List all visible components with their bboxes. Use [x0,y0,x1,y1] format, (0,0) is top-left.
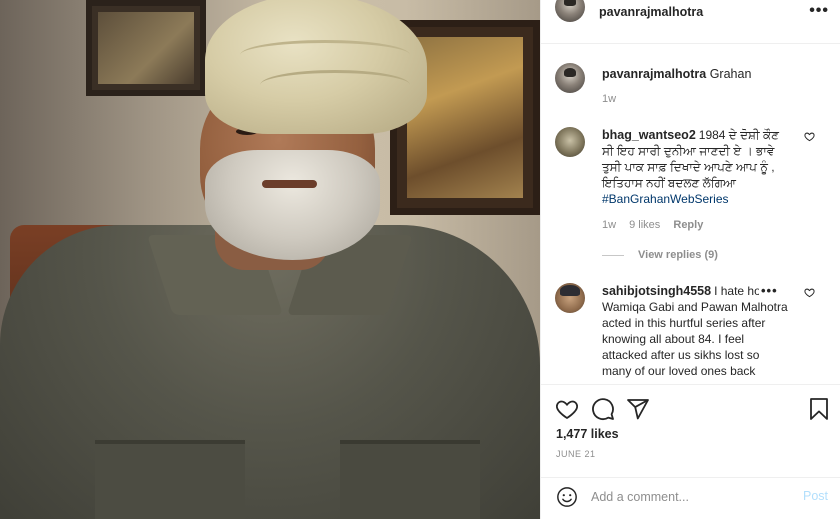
caption-body: Grahan [709,67,752,81]
heart-icon[interactable] [804,287,815,298]
comments-list[interactable]: pavanrajmalhotra Grahan 1w bhag_wantseo2… [541,45,840,384]
turban-fold [240,40,410,70]
turban-fold [260,70,410,100]
caption-time[interactable]: 1w [602,93,616,105]
comment-text: I hate how Wamiqa Gabi and Pawan Malhotr… [602,284,788,378]
hashtag-link[interactable]: #BanGrahanWebSeries [602,191,790,207]
heart-icon[interactable] [804,131,815,142]
instagram-post: pavanrajmalhotra ••• pavanrajmalhotra Gr… [0,0,840,519]
pocket-left [95,440,245,519]
comment-time[interactable]: 1w [602,219,616,231]
view-replies-button[interactable]: View replies (9) [602,249,718,261]
view-replies-label: View replies (9) [638,249,718,261]
likes-count[interactable]: 1,477 likes [556,427,619,441]
comment-icon[interactable] [591,397,615,421]
avatar[interactable] [555,0,585,22]
comment-username[interactable]: sahibjotsingh4558 [602,284,711,298]
beard [205,150,380,260]
post-header: pavanrajmalhotra ••• [541,0,840,44]
comment-likes[interactable]: 9 likes [629,219,660,231]
more-horizontal-icon[interactable]: ••• [809,3,829,19]
divider-line [602,254,624,256]
header-username[interactable]: pavanrajmalhotra [599,5,703,19]
emoji-icon[interactable] [556,486,578,508]
wall-frame-left [86,0,206,96]
caption-text: pavanrajmalhotra Grahan [602,67,751,81]
heart-icon[interactable] [555,397,579,421]
avatar[interactable] [555,127,585,157]
comment-username[interactable]: bhag_wantseo2 [602,128,696,142]
post-button[interactable]: Post [803,489,828,503]
comment-input[interactable] [591,486,791,508]
pocket-right [340,440,480,519]
post-side-panel: pavanrajmalhotra ••• pavanrajmalhotra Gr… [540,0,840,519]
add-comment-bar: Post [541,477,840,519]
caption-username[interactable]: pavanrajmalhotra [602,67,706,81]
avatar[interactable] [555,283,585,313]
comment-options-button[interactable]: ••• [759,283,780,298]
comment-meta: 1w 9 likes Reply [602,219,713,231]
comment-body: bhag_wantseo2 1984 ਦੇ ਦੋਸ਼ੀ ਕੌਣ ਸੀ ਇਹ ਸਾਰ… [602,127,790,207]
avatar[interactable] [555,63,585,93]
mustache-shadow [262,180,317,188]
post-actions: 1,477 likes JUNE 21 Post [541,384,840,519]
post-date[interactable]: JUNE 21 [556,449,596,459]
reply-button[interactable]: Reply [673,219,703,231]
post-photo[interactable] [0,0,540,519]
share-icon[interactable] [626,397,650,421]
bookmark-icon[interactable] [807,397,831,421]
